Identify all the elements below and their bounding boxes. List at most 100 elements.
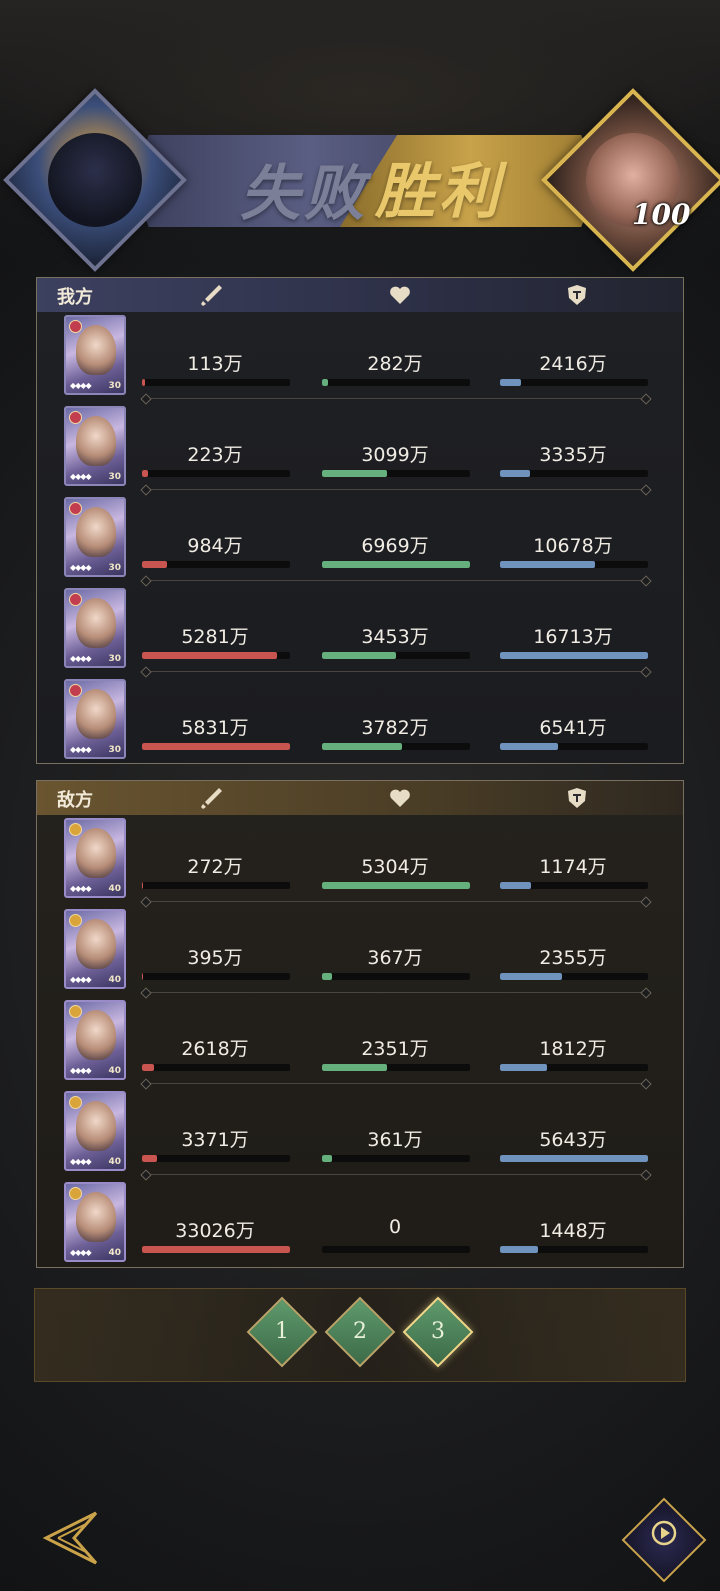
healing-stat: 282万 [320, 349, 470, 389]
healing-bar-fill [322, 379, 328, 386]
damage-value: 3371万 [181, 1129, 249, 1151]
taken-value: 5643万 [539, 1129, 607, 1151]
healing-value: 3099万 [361, 444, 429, 466]
healing-bar-fill [322, 470, 388, 477]
shield-icon [564, 282, 590, 308]
healing-bar [322, 1155, 470, 1162]
ally-hero-row: ◆◆◆◆ 30 984万 6969万 10678万 [37, 492, 683, 583]
ally-hero-row: ◆◆◆◆ 30 113万 282万 2416万 [37, 310, 683, 401]
healing-stat: 5304万 [320, 852, 470, 892]
taken-bar [500, 561, 648, 568]
healing-value: 367万 [367, 947, 423, 969]
hero-portrait [76, 1101, 116, 1151]
damage-stat: 223万 [140, 440, 290, 480]
healing-stat: 3099万 [320, 440, 470, 480]
healing-value: 5304万 [361, 856, 429, 878]
healing-bar-fill [322, 1064, 388, 1071]
hero-portrait [76, 507, 116, 557]
hero-card[interactable]: ◆◆◆◆ 40 [64, 1091, 126, 1171]
taken-bar-fill [500, 379, 521, 386]
healing-bar-fill [322, 561, 470, 568]
replay-icon [636, 1512, 692, 1568]
hero-card[interactable]: ◆◆◆◆ 30 [64, 679, 126, 759]
taken-bar [500, 1246, 648, 1253]
enemy-stats-panel: 敌方 ◆◆◆◆ 40 272万 5304万 1174万 ◆◆◆◆ 40 395万 367万 235… [36, 780, 684, 1268]
healing-bar [322, 743, 470, 750]
heart-icon [387, 785, 413, 811]
healing-value: 361万 [367, 1129, 423, 1151]
sword-icon [199, 785, 225, 811]
damage-stat: 5831万 [140, 713, 290, 753]
hero-portrait [76, 919, 116, 969]
hero-card[interactable]: ◆◆◆◆ 30 [64, 315, 126, 395]
damage-bar-fill [142, 379, 145, 386]
taken-stat: 3335万 [498, 440, 648, 480]
taken-bar-fill [500, 1155, 648, 1162]
hero-card[interactable]: ◆◆◆◆ 30 [64, 406, 126, 486]
healing-bar-fill [322, 743, 402, 750]
taken-bar [500, 652, 648, 659]
faction-badge-icon [69, 411, 82, 424]
row-divider [145, 671, 647, 672]
healing-bar [322, 1246, 470, 1253]
hero-level: 40 [108, 884, 121, 894]
hero-portrait [76, 689, 116, 739]
replay-button[interactable] [621, 1497, 707, 1583]
damage-bar-fill [142, 561, 168, 568]
back-arrow-icon[interactable] [38, 1505, 104, 1571]
hero-card[interactable]: ◆◆◆◆ 40 [64, 1182, 126, 1262]
damage-value: 272万 [187, 856, 243, 878]
taken-stat: 1812万 [498, 1034, 648, 1074]
healing-value: 6969万 [361, 535, 429, 557]
ally-leader-portrait [3, 88, 187, 272]
star-rating-icon: ◆◆◆◆ [70, 1248, 92, 1257]
damage-bar-fill [142, 1246, 290, 1253]
taken-bar-fill [500, 561, 595, 568]
hero-card[interactable]: ◆◆◆◆ 40 [64, 1000, 126, 1080]
hero-level: 30 [108, 381, 121, 391]
taken-bar [500, 882, 648, 889]
damage-value: 223万 [187, 444, 243, 466]
round-3-label: 3 [431, 1319, 445, 1344]
healing-value: 282万 [367, 353, 423, 375]
hero-level: 30 [108, 563, 121, 573]
sword-icon [199, 282, 225, 308]
hero-card[interactable]: ◆◆◆◆ 30 [64, 588, 126, 668]
hero-card[interactable]: ◆◆◆◆ 30 [64, 497, 126, 577]
taken-value: 1448万 [539, 1220, 607, 1242]
hero-card[interactable]: ◆◆◆◆ 40 [64, 909, 126, 989]
taken-value: 16713万 [533, 626, 613, 648]
hero-portrait [76, 828, 116, 878]
healing-bar [322, 561, 470, 568]
damage-bar-fill [142, 1155, 157, 1162]
damage-bar [142, 561, 290, 568]
damage-value: 5281万 [181, 626, 249, 648]
hero-card[interactable]: ◆◆◆◆ 40 [64, 818, 126, 898]
ally-title: 我方 [57, 287, 93, 308]
ally-hero-row: ◆◆◆◆ 30 223万 3099万 3335万 [37, 401, 683, 492]
healing-stat: 367万 [320, 943, 470, 983]
taken-bar-fill [500, 470, 530, 477]
taken-stat: 6541万 [498, 713, 648, 753]
damage-bar [142, 379, 290, 386]
row-divider [145, 992, 647, 993]
healing-value: 3782万 [361, 717, 429, 739]
healing-stat: 6969万 [320, 531, 470, 571]
hero-level: 40 [108, 1248, 121, 1258]
row-divider [145, 1083, 647, 1084]
taken-value: 1174万 [539, 856, 607, 878]
healing-stat: 2351万 [320, 1034, 470, 1074]
enemy-hero-row: ◆◆◆◆ 40 2618万 2351万 1812万 [37, 995, 683, 1086]
damage-value: 113万 [187, 353, 243, 375]
taken-value: 10678万 [533, 535, 613, 557]
defeat-label: 失败 [240, 159, 368, 227]
damage-bar [142, 652, 290, 659]
star-rating-icon: ◆◆◆◆ [70, 1066, 92, 1075]
taken-stat: 2416万 [498, 349, 648, 389]
healing-bar [322, 1064, 470, 1071]
damage-stat: 272万 [140, 852, 290, 892]
healing-bar [322, 470, 470, 477]
result-ribbon: 失败 胜利 [130, 135, 600, 227]
taken-value: 1812万 [539, 1038, 607, 1060]
enemy-hero-row: ◆◆◆◆ 40 395万 367万 2355万 [37, 904, 683, 995]
